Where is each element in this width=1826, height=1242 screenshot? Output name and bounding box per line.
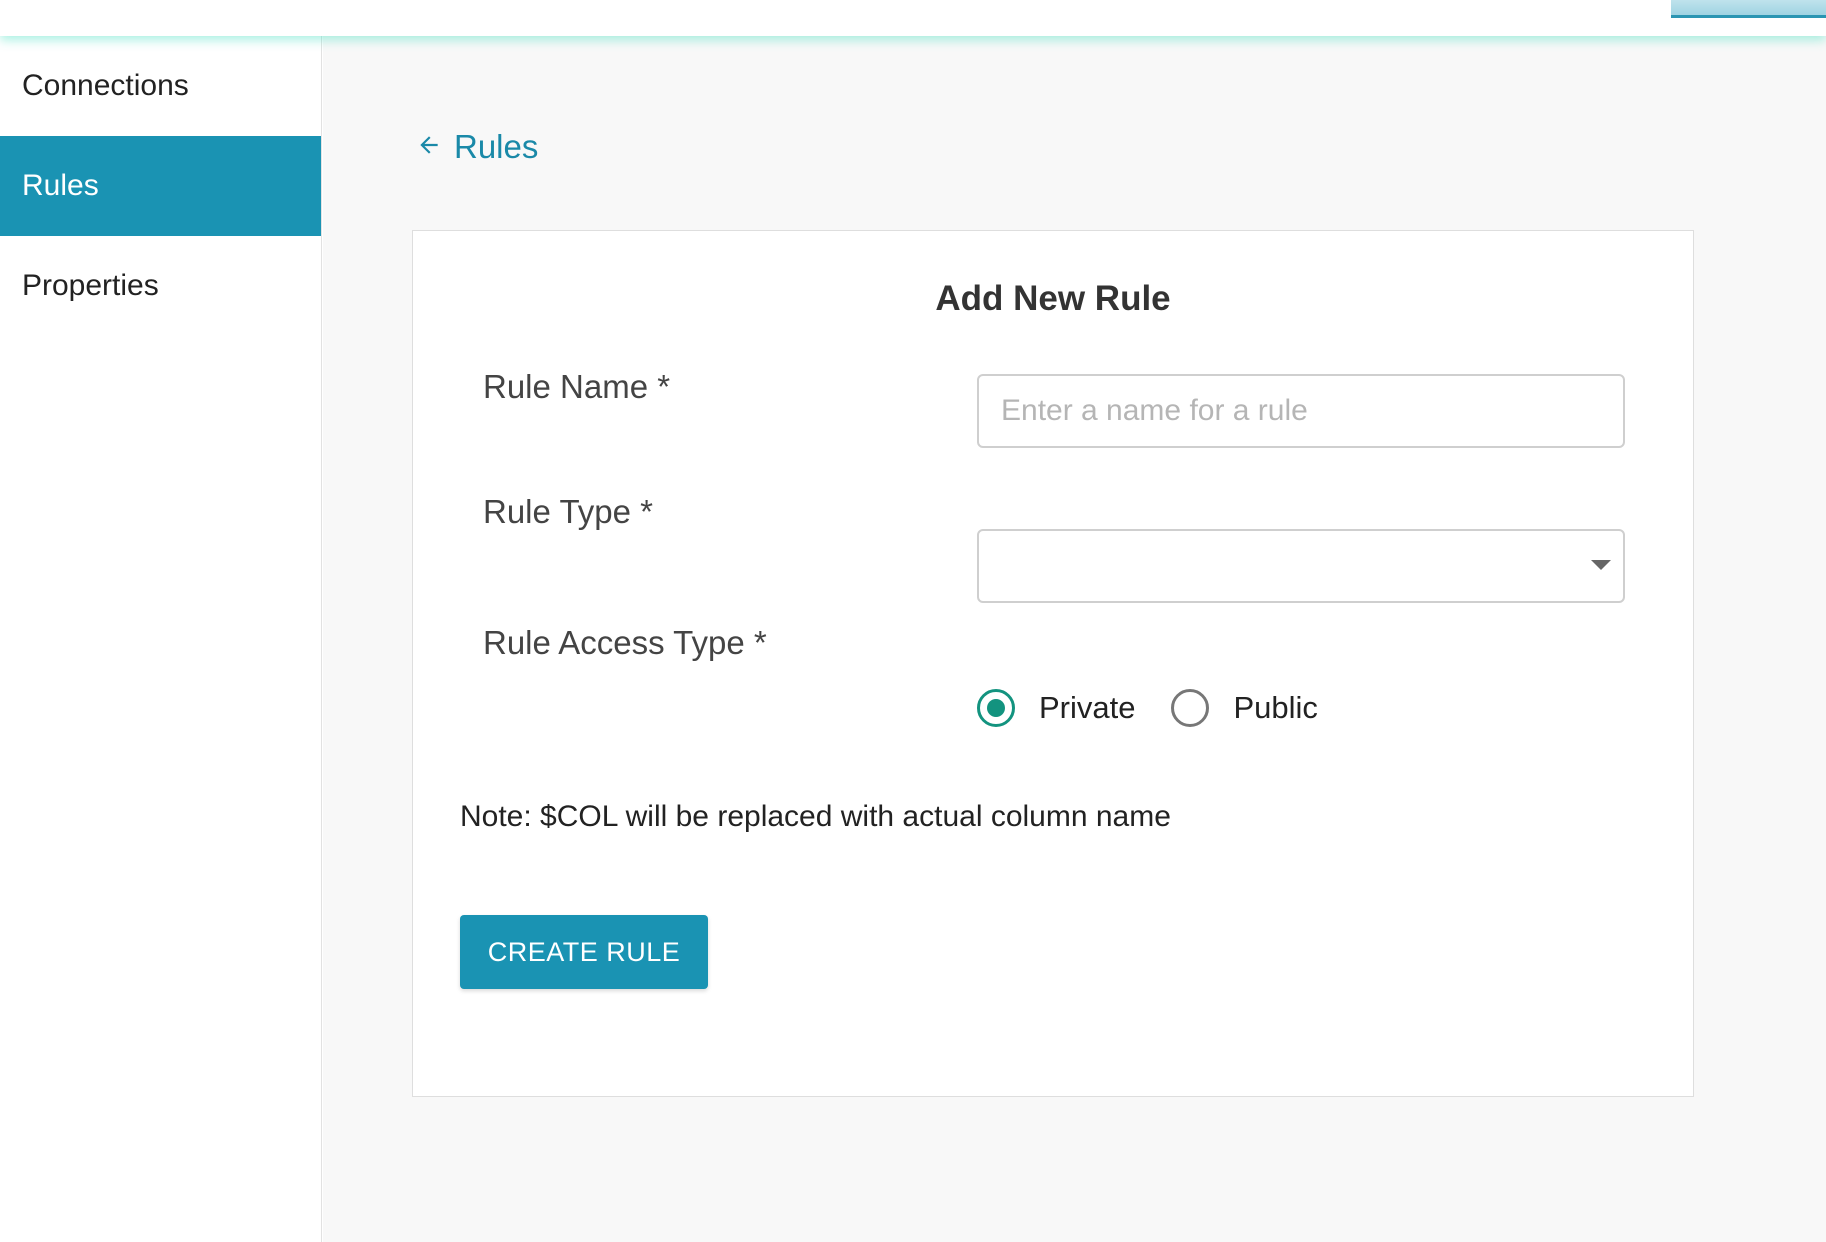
- top-bar: [0, 0, 1826, 36]
- radio-unchecked-icon[interactable]: [1171, 689, 1210, 727]
- sidebar-item-rules[interactable]: Rules: [0, 136, 321, 236]
- rule-type-label: Rule Type *: [483, 493, 653, 530]
- rule-name-input[interactable]: [977, 374, 1625, 448]
- rule-name-label: Rule Name *: [483, 368, 671, 405]
- main-content: Rules Add New Rule Rule Name * Rule Type…: [323, 36, 1826, 1242]
- top-bar-accent: [1671, 0, 1826, 18]
- sidebar-item-label: Connections: [22, 69, 189, 102]
- create-rule-button[interactable]: CREATE RULE: [460, 915, 708, 989]
- radio-private[interactable]: Private: [977, 689, 1135, 727]
- radio-label-private: Private: [1039, 690, 1136, 725]
- sidebar-item-properties[interactable]: Properties: [0, 236, 321, 336]
- sidebar-item-label: Rules: [22, 169, 99, 202]
- radio-label-public: Public: [1233, 690, 1318, 725]
- radio-checked-icon[interactable]: [977, 689, 1015, 727]
- back-to-rules-link[interactable]: Rules: [416, 128, 538, 166]
- column-note: Note: $COL will be replaced with actual …: [460, 800, 1171, 833]
- sidebar-item-connections[interactable]: Connections: [0, 36, 321, 136]
- radio-public[interactable]: Public: [1171, 689, 1318, 727]
- access-type-radio-group: Private Public: [977, 689, 1354, 727]
- add-rule-card: Add New Rule Rule Name * Rule Type * Rul…: [412, 230, 1694, 1097]
- back-link-label: Rules: [454, 128, 539, 165]
- sidebar: Connections Rules Properties: [0, 36, 322, 1242]
- sidebar-item-label: Properties: [22, 269, 159, 302]
- access-type-label: Rule Access Type *: [483, 624, 767, 661]
- rule-type-select[interactable]: [977, 529, 1625, 603]
- form-title: Add New Rule: [935, 279, 1171, 318]
- dropdown-arrow-icon: [1591, 560, 1611, 570]
- arrow-left-icon: [416, 128, 442, 166]
